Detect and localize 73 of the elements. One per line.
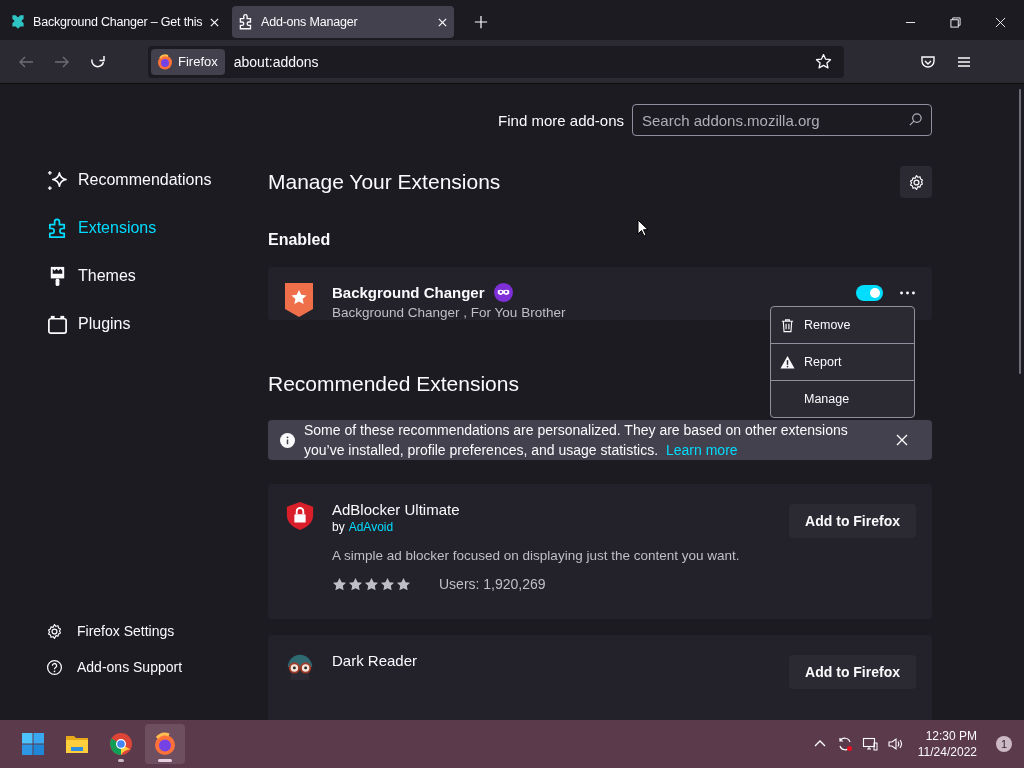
search-icon [908, 112, 923, 127]
taskbar-app[interactable] [145, 724, 185, 764]
user-count: Users: 1,920,269 [439, 576, 546, 592]
warning-icon [780, 354, 795, 370]
network-icon[interactable] [861, 736, 878, 752]
toggle-switch[interactable] [856, 285, 883, 301]
add-to-firefox-button[interactable]: Add to Firefox [789, 655, 916, 689]
star-icon [364, 576, 379, 592]
identity-chip[interactable]: Firefox [151, 48, 225, 75]
page-title: Manage Your Extensions [268, 170, 501, 194]
settings-button[interactable] [900, 166, 932, 198]
close-icon[interactable] [896, 434, 908, 446]
section-heading: Enabled [268, 230, 332, 250]
author-prefix: by [332, 519, 345, 535]
tab-title: Background Changer – Get this [33, 15, 203, 29]
star-icon [332, 576, 347, 592]
add-to-firefox-button[interactable]: Add to Firefox [789, 504, 916, 538]
clock-date: 11/24/2022 [917, 744, 977, 760]
menu-item[interactable]: Report [771, 343, 914, 380]
address-bar[interactable]: Firefox about:addons [148, 45, 844, 78]
notice-text: Some of these recommendations are personalized. They are based on other extensions you’ve installed, profile preferences, and usage statistics. Learn more [304, 421, 849, 460]
identity-label: Firefox [178, 54, 218, 69]
help-icon [46, 658, 63, 676]
star-icon [396, 576, 411, 592]
menu-item[interactable]: Manage [771, 380, 914, 417]
category-item[interactable]: Plugins [46, 300, 268, 348]
extension-name: Background Changer [332, 284, 485, 301]
url-text: about:addons [233, 53, 320, 70]
close-icon[interactable] [995, 16, 1006, 28]
new-tab-icon[interactable] [474, 15, 488, 29]
category-item[interactable]: Recommendations [46, 156, 268, 204]
sidebar-link[interactable]: Add-ons Support [46, 649, 268, 685]
firefox-logo-icon [153, 732, 177, 756]
mouse-cursor-icon [637, 219, 649, 237]
section-title: Recommended Extensions [268, 371, 519, 397]
info-icon [280, 432, 295, 448]
star-icon[interactable] [815, 53, 832, 70]
category-item[interactable]: Extensions [46, 204, 268, 252]
more-options-icon[interactable] [899, 290, 916, 296]
close-icon[interactable] [437, 16, 448, 28]
trash-icon [780, 317, 795, 333]
mask-badge-icon [493, 283, 513, 302]
author-link[interactable]: AdAvoid [348, 519, 394, 535]
browser-tab[interactable]: Add-ons Manager [232, 6, 454, 38]
star-icon [348, 576, 363, 592]
addon-description: A simple ad blocker focused on displaying just the content you want. [332, 548, 741, 563]
star-icon [380, 576, 395, 592]
search-field[interactable]: Search addons.mozilla.org [632, 104, 932, 136]
ribbon-star-icon [285, 283, 313, 317]
shield-lock-icon [285, 500, 315, 532]
notification-badge[interactable]: 1 [996, 736, 1012, 752]
tab-title: Add-ons Manager [261, 15, 359, 29]
close-icon[interactable] [209, 16, 220, 28]
addon-name: Dark Reader [332, 651, 419, 670]
extension-description: Background Changer , For You Brother [332, 305, 567, 320]
addon-name: AdBlocker Ultimate [332, 500, 461, 519]
firefox-logo-icon [157, 53, 173, 70]
scrollbar-thumb[interactable] [1019, 89, 1021, 374]
speaker-icon[interactable] [886, 736, 903, 752]
browser-tab[interactable]: Background Changer – Get this [4, 6, 226, 38]
sync-icon[interactable] [836, 736, 853, 752]
restore-icon[interactable] [950, 16, 961, 28]
sparkle-icon [46, 168, 69, 192]
settings-icon [907, 173, 925, 191]
category-item[interactable]: Themes [46, 252, 268, 300]
settings-icon [46, 622, 63, 640]
find-more-label: Find more add-ons [498, 111, 624, 129]
chrome-logo-icon [109, 732, 133, 756]
clock-time: 12:30 PM [925, 728, 977, 744]
menu-item[interactable]: Remove [771, 307, 914, 343]
sidebar-link[interactable]: Firefox Settings [46, 613, 268, 649]
learn-more-link[interactable]: Learn more [666, 442, 738, 458]
windows-logo-icon [21, 732, 45, 756]
